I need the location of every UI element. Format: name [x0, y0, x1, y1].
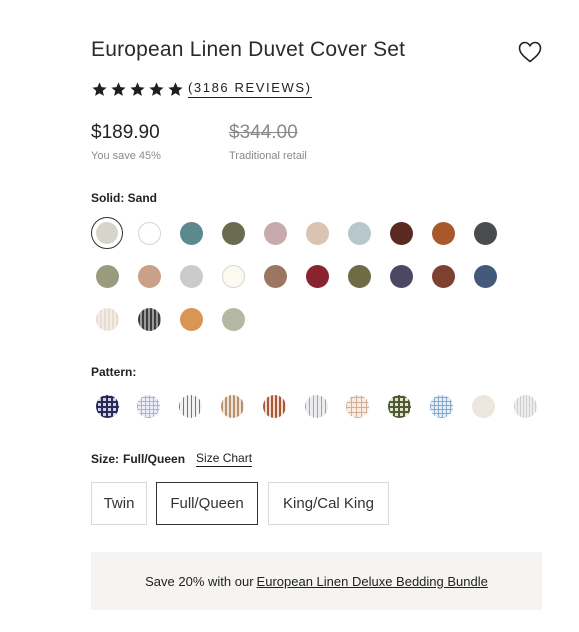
pattern-swatch-pale-grey-stripe[interactable]	[513, 394, 537, 418]
current-price-block: $189.90 You save 45%	[91, 122, 161, 162]
size-selected-value: Full/Queen	[123, 452, 186, 466]
solid-swatch-light-grey[interactable]	[179, 264, 203, 288]
size-option-king-cal-king[interactable]: King/Cal King	[268, 482, 389, 525]
heart-icon	[518, 41, 542, 63]
bundle-link[interactable]: European Linen Deluxe Bedding Bundle	[257, 574, 488, 589]
solid-swatch-chocolate[interactable]	[389, 221, 413, 245]
star-icon	[149, 81, 164, 96]
solid-swatch-apricot[interactable]	[179, 307, 203, 331]
solid-swatch-sienna[interactable]	[431, 264, 455, 288]
solid-label-text: Solid:	[91, 191, 125, 205]
size-option-twin[interactable]: Twin	[91, 482, 147, 525]
solid-swatch-rust[interactable]	[431, 221, 455, 245]
pattern-swatch-silver-stripe[interactable]	[304, 394, 328, 418]
solid-swatch-teal[interactable]	[179, 221, 203, 245]
solid-swatch-blush[interactable]	[305, 221, 329, 245]
savings-text: You save 45%	[91, 150, 161, 162]
solid-swatch-clay[interactable]	[263, 264, 287, 288]
pattern-swatch-sky-check[interactable]	[429, 394, 453, 418]
selected-swatch-fill	[96, 222, 118, 244]
bundle-banner: Save 20% with our European Linen Deluxe …	[91, 552, 542, 610]
solid-swatch-ivory[interactable]	[221, 264, 245, 288]
pattern-swatch-grey-stripe[interactable]	[179, 394, 203, 418]
pattern-swatch-rust-stripe[interactable]	[262, 394, 286, 418]
retail-note: Traditional retail	[229, 150, 307, 162]
size-label-text: Size:	[91, 452, 120, 466]
solid-swatch-sand[interactable]	[91, 217, 123, 249]
reviews-link[interactable]: (3186 REVIEWS)	[188, 80, 312, 98]
solid-swatch-oat[interactable]	[95, 307, 119, 331]
size-option-full-queen[interactable]: Full/Queen	[156, 482, 258, 525]
solid-swatch-mist-blue[interactable]	[347, 221, 371, 245]
pattern-swatch-green-check[interactable]	[388, 394, 412, 418]
product-title: European Linen Duvet Cover Set	[91, 38, 406, 61]
star-icon	[168, 81, 183, 96]
current-price: $189.90	[91, 122, 160, 143]
solid-swatch-moss[interactable]	[347, 264, 371, 288]
solid-swatch-eucalyptus[interactable]	[221, 307, 245, 331]
bundle-text: Save 20% with our	[145, 573, 254, 589]
retail-price-block: $344.00 Traditional retail	[229, 122, 307, 162]
size-chart-link[interactable]: Size Chart	[196, 451, 253, 467]
solid-swatch-olive[interactable]	[221, 221, 245, 245]
solid-selected-value: Sand	[127, 191, 158, 205]
star-icon	[111, 81, 126, 96]
pattern-swatch-blush-check[interactable]	[346, 394, 370, 418]
pattern-swatch-tan-stripe[interactable]	[220, 394, 244, 418]
solid-swatch-mauve[interactable]	[263, 221, 287, 245]
wishlist-heart-button[interactable]	[517, 40, 543, 64]
star-icon	[130, 81, 145, 96]
solid-swatch-navy-plum[interactable]	[389, 264, 413, 288]
solid-swatch-denim[interactable]	[473, 264, 497, 288]
solid-label: Solid: Sand	[91, 191, 157, 205]
original-price: $344.00	[229, 122, 298, 143]
pattern-swatch-linen-plain[interactable]	[471, 394, 495, 418]
pattern-swatch-navy-gingham[interactable]	[95, 394, 119, 418]
star-rating	[91, 81, 184, 98]
solid-swatch-sage[interactable]	[95, 264, 119, 288]
star-icon	[92, 81, 107, 96]
solid-swatch-white[interactable]	[137, 221, 161, 245]
size-label-row: Size: Full/Queen Size Chart	[91, 451, 253, 467]
solid-swatch-charcoal[interactable]	[473, 221, 497, 245]
pattern-label: Pattern:	[91, 365, 136, 379]
pattern-label-text: Pattern:	[91, 365, 137, 379]
rating-row: (3186 REVIEWS)	[91, 80, 312, 98]
solid-swatch-crimson[interactable]	[305, 264, 329, 288]
pattern-swatch-lavender-check[interactable]	[137, 394, 161, 418]
solid-swatch-grey-stripe[interactable]	[137, 307, 161, 331]
solid-swatch-terracotta-light[interactable]	[137, 264, 161, 288]
